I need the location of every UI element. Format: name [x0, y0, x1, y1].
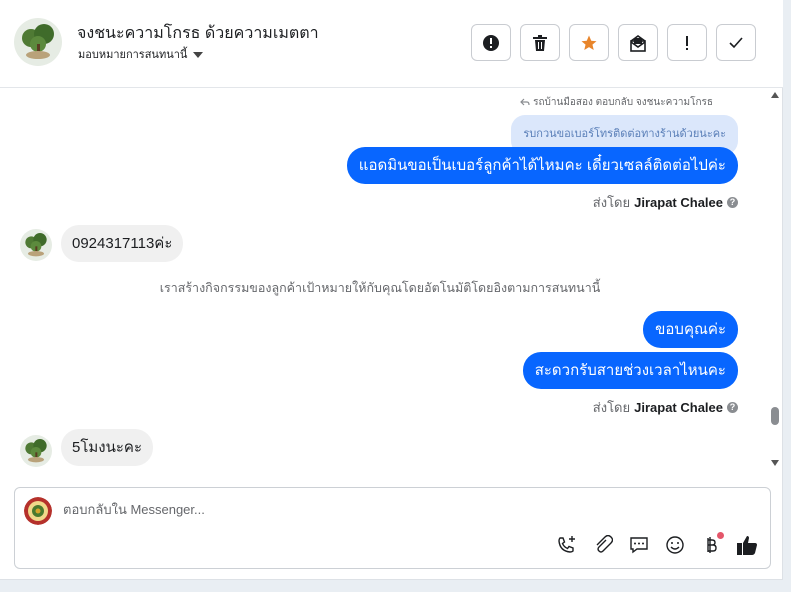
phone-plus-icon	[558, 536, 575, 553]
sent-by-name: Jirapat Chalee	[634, 400, 723, 415]
mail-open-icon	[630, 34, 646, 52]
assign-conversation-dropdown[interactable]: มอบหมายการสนทนานี้	[78, 45, 204, 63]
outgoing-message[interactable]: ขอบคุณค่ะ	[643, 311, 738, 348]
sender-avatar[interactable]	[20, 435, 52, 467]
baht-icon	[707, 537, 717, 553]
smiley-icon	[666, 536, 684, 554]
exclamation-icon	[686, 35, 688, 50]
incoming-message[interactable]: 0924317113ค่ะ	[61, 225, 184, 262]
outgoing-message[interactable]: แอดมินขอเป็นเบอร์ลูกค้าได้ไหมคะ เดี๋ยวเซ…	[346, 147, 738, 184]
system-note: เราสร้างกิจกรรมของลูกค้าเป้าหมายให้กับคุ…	[159, 281, 601, 295]
reply-input[interactable]	[63, 502, 543, 517]
chat-bubble-icon	[630, 537, 648, 554]
composer-tools	[556, 532, 758, 556]
sent-by-label: ส่งโดย Jirapat Chalee ?	[593, 397, 738, 418]
sent-by-prefix: ส่งโดย	[592, 400, 631, 415]
alert-circle-icon	[483, 34, 499, 51]
important-button[interactable]	[667, 24, 707, 61]
reply-note-text: รถบ้านมือสอง ตอบกลับ จงชนะความโกรธ	[533, 97, 713, 108]
star-icon	[581, 35, 597, 50]
message-thread[interactable]: รถบ้านมือสอง ตอบกลับ จงชนะความโกรธ รบกวน…	[0, 89, 767, 469]
sent-by-prefix: ส่งโดย	[592, 195, 631, 210]
chevron-down-icon	[193, 51, 204, 58]
notification-dot	[717, 532, 724, 539]
contact-name[interactable]: จงชนะความโกรธ ด้วยความเมตตา	[77, 21, 319, 46]
call-button[interactable]	[556, 534, 578, 556]
thumbs-up-icon	[737, 536, 757, 555]
assign-label: มอบหมายการสนทนานี้	[78, 49, 188, 61]
payment-button[interactable]	[700, 532, 724, 556]
sent-by-name: Jirapat Chalee	[634, 195, 723, 210]
incoming-message[interactable]: 5โมงนะคะ	[61, 429, 154, 466]
message-composer	[14, 487, 771, 569]
conversation-header: จงชนะความโกรธ ด้วยความเมตตา มอบหมายการสน…	[0, 0, 783, 88]
question-icon[interactable]: ?	[727, 197, 738, 208]
check-icon	[729, 36, 743, 48]
report-button[interactable]	[471, 24, 511, 61]
scrollbar-thumb[interactable]	[771, 407, 779, 425]
trash-icon	[533, 34, 547, 51]
question-icon[interactable]: ?	[727, 402, 738, 413]
emoji-button[interactable]	[664, 534, 686, 556]
reply-note: รถบ้านมือสอง ตอบกลับ จงชนะความโกรธ	[520, 95, 713, 110]
attach-button[interactable]	[592, 534, 614, 556]
done-button[interactable]	[716, 24, 756, 61]
header-actions	[471, 24, 756, 61]
delete-button[interactable]	[520, 24, 560, 61]
saved-replies-button[interactable]	[628, 534, 650, 556]
page-avatar	[24, 497, 52, 525]
star-button[interactable]	[569, 24, 609, 61]
conversation-panel: จงชนะความโกรธ ด้วยความเมตตา มอบหมายการสน…	[0, 0, 783, 580]
contact-avatar[interactable]	[14, 18, 62, 66]
like-button[interactable]	[736, 534, 758, 556]
thread-scrollbar[interactable]	[768, 89, 782, 469]
paperclip-icon	[596, 535, 613, 553]
sent-by-label: ส่งโดย Jirapat Chalee ?	[593, 192, 738, 213]
reply-arrow-icon	[520, 98, 530, 106]
mark-unread-button[interactable]	[618, 24, 658, 61]
scroll-up-arrow-icon[interactable]	[771, 92, 779, 98]
sender-avatar[interactable]	[20, 229, 52, 261]
scroll-down-arrow-icon[interactable]	[771, 460, 779, 466]
outgoing-message[interactable]: สะดวกรับสายช่วงเวลาไหนคะ	[522, 352, 738, 389]
